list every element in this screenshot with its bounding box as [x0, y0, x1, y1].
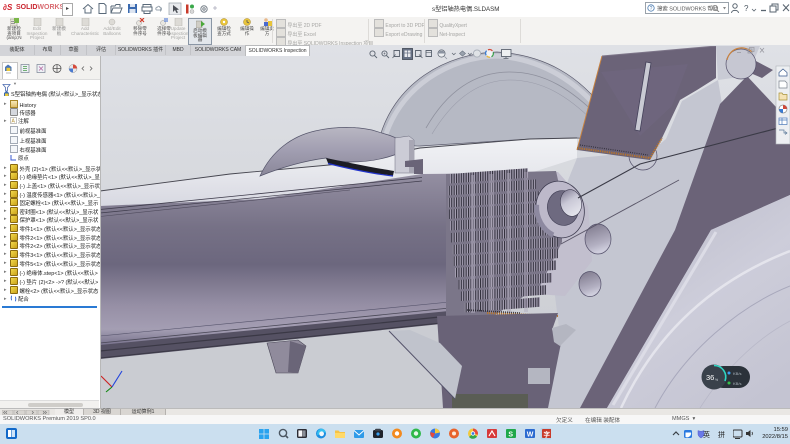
svg-text:KB/s: KB/s: [733, 381, 741, 386]
svg-text:36: 36: [706, 373, 714, 382]
svg-text:?: ?: [650, 6, 653, 12]
svg-text:%: %: [715, 378, 718, 382]
svg-text:搜索 SOLIDWORKS 帮助: 搜索 SOLIDWORKS 帮助: [657, 5, 718, 13]
svg-text:?: ?: [744, 4, 749, 13]
svg-text:S: S: [508, 431, 513, 438]
svg-text:W: W: [527, 431, 534, 438]
svg-text:KB/s: KB/s: [733, 371, 741, 376]
svg-text:字: 字: [544, 429, 551, 438]
